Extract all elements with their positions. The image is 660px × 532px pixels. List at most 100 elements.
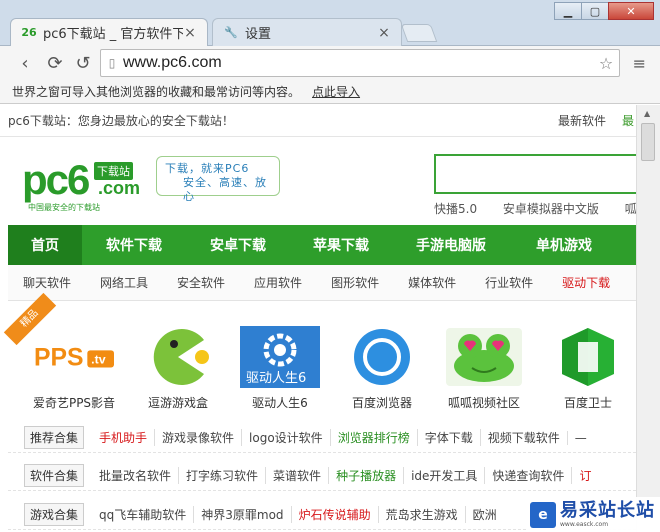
svg-text:驱动人生6: 驱动人生6 xyxy=(246,371,306,386)
import-infobar: 世界之窗可导入其他浏览器的收藏和最常访问等内容。 点此导入 xyxy=(0,80,660,104)
nav-apple[interactable]: 苹果下载 xyxy=(290,225,392,265)
collection-link[interactable]: logo设计软件 xyxy=(241,429,330,446)
app-tile[interactable]: PPS .tv 爱奇艺PPS影音 xyxy=(24,326,124,411)
topline-link-cut[interactable]: 最 xyxy=(622,112,634,129)
url-text[interactable]: www.pc6.com xyxy=(123,54,593,72)
back-arrow-icon[interactable]: ‹ xyxy=(14,52,36,74)
app-name: 爱奇艺PPS影音 xyxy=(32,396,116,410)
collection-link[interactable]: 打字练习软件 xyxy=(178,467,265,484)
page-icon: ▯ xyxy=(108,56,116,70)
hot-search-link[interactable]: 安卓模拟器中文版 xyxy=(503,202,599,216)
pc6-favicon: 26 xyxy=(21,26,37,39)
collection-link[interactable]: 菜谱软件 xyxy=(265,467,328,484)
site-header: pc6 下载站 .com 中国最安全的下载站 下载，就来PC6 安全、高速、放心… xyxy=(0,138,636,224)
collection-link[interactable]: 荒岛求生游戏 xyxy=(377,506,465,523)
close-window-button[interactable]: ✕ xyxy=(608,2,654,20)
svg-text:.tv: .tv xyxy=(91,353,106,367)
import-link[interactable]: 点此导入 xyxy=(312,83,360,100)
frog-icon xyxy=(444,326,524,388)
hot-searches: 快播5.0 安卓模拟器中文版 呱呱 xyxy=(434,200,636,217)
collection-link[interactable]: 视频下载软件 xyxy=(479,429,567,446)
nav-android[interactable]: 安卓下载 xyxy=(186,225,290,265)
collection-link[interactable]: 快递查询软件 xyxy=(484,467,571,484)
latest-software-link[interactable]: 最新软件 xyxy=(558,112,606,129)
undo-icon[interactable]: ↺ xyxy=(72,52,94,74)
subnav-network[interactable]: 网络工具 xyxy=(100,274,148,291)
app-name: 百度卫士 xyxy=(563,396,612,410)
browser-toolbar: ‹ ⟳ ↺ ▯ www.pc6.com ☆ ≡ xyxy=(0,46,660,80)
app-tile[interactable]: 百度浏览器 xyxy=(332,326,432,411)
refresh-icon[interactable]: ⟳ xyxy=(44,52,66,74)
tab-settings[interactable]: 🔧 设置 × xyxy=(212,18,402,46)
watermark-en: www.easck.com xyxy=(560,520,609,528)
scroll-thumb[interactable] xyxy=(641,123,655,161)
tab-close-icon[interactable]: × xyxy=(183,25,197,41)
app-name: 逗游游戏盒 xyxy=(147,396,208,410)
collection-row-software: 软件合集 批量改名软件 打字练习软件 菜谱软件 种子播放器 ide开发工具 快递… xyxy=(8,461,636,491)
menu-icon[interactable]: ≡ xyxy=(633,54,646,73)
pc6-logo[interactable]: pc6 下载站 .com 中国最安全的下载站 xyxy=(22,156,152,212)
nav-mobile-games-pc[interactable]: 手游电脑版 xyxy=(392,225,510,265)
subnav-media[interactable]: 媒体软件 xyxy=(408,274,456,291)
sub-nav: 聊天软件 网络工具 安全软件 应用软件 图形软件 媒体软件 行业软件 驱动下载 xyxy=(8,265,636,301)
subnav-apps[interactable]: 应用软件 xyxy=(254,274,302,291)
collection-link[interactable]: 炉石传说辅助 xyxy=(290,506,378,523)
site-tagline: pc6下载站：您身边最放心的安全下载站！ xyxy=(8,114,234,128)
subnav-industry[interactable]: 行业软件 xyxy=(485,274,533,291)
app-tile[interactable]: 呱呱视频社区 xyxy=(434,326,534,411)
baidu-browser-icon xyxy=(342,326,422,388)
star-icon[interactable]: ☆ xyxy=(593,54,619,73)
collection-link[interactable]: 字体下载 xyxy=(416,429,480,446)
scroll-up-icon[interactable]: ▲ xyxy=(644,109,650,118)
collection-link[interactable]: — xyxy=(566,430,594,445)
subnav-drivers[interactable]: 驱动下载 xyxy=(562,274,610,291)
maximize-button[interactable]: ▢ xyxy=(581,2,609,20)
site-search-input[interactable] xyxy=(434,154,636,194)
app-name: 驱动人生6 xyxy=(252,396,308,410)
bubble-line-2: 安全、高速、放心 xyxy=(183,176,267,203)
page-scrollbar[interactable]: ▲ xyxy=(636,105,660,532)
logo-main: pc6 xyxy=(22,156,90,203)
collection-label: 软件合集 xyxy=(24,464,85,487)
subnav-security[interactable]: 安全软件 xyxy=(177,274,225,291)
main-nav: 首页 软件下载 安卓下载 苹果下载 手游电脑版 单机游戏 xyxy=(8,225,636,265)
collection-link[interactable]: qq飞车辅助软件 xyxy=(92,506,193,523)
app-tile[interactable]: 驱动人生6 驱动人生6 xyxy=(230,326,330,411)
nav-home[interactable]: 首页 xyxy=(8,225,82,265)
hot-search-link[interactable]: 呱呱 xyxy=(625,202,636,216)
nav-software[interactable]: 软件下载 xyxy=(82,225,186,265)
logo-com: .com xyxy=(98,178,141,198)
collection-link[interactable]: 浏览器排行榜 xyxy=(329,429,417,446)
app-name: 呱呱视频社区 xyxy=(447,396,520,410)
collection-link[interactable]: 种子播放器 xyxy=(328,467,403,484)
minimize-button[interactable]: ▁ xyxy=(554,2,582,20)
new-tab-button[interactable] xyxy=(400,24,438,42)
collection-link[interactable]: 批量改名软件 xyxy=(92,467,178,484)
app-name: 百度浏览器 xyxy=(351,396,412,410)
subnav-chat[interactable]: 聊天软件 xyxy=(23,274,71,291)
collection-link[interactable]: 手机助手 xyxy=(92,429,154,446)
collection-link[interactable]: 神界3原罪mod xyxy=(193,506,290,523)
collection-row-recommended: 推荐合集 手机助手 游戏录像软件 logo设计软件 浏览器排行榜 字体下载 视频… xyxy=(8,423,636,453)
hot-search-link[interactable]: 快播5.0 xyxy=(434,202,477,216)
nav-single-games[interactable]: 单机游戏 xyxy=(510,225,618,265)
collection-link[interactable]: 游戏录像软件 xyxy=(154,429,241,446)
collection-link[interactable]: ide开发工具 xyxy=(403,467,484,484)
watermark-text: 易采站长站 www.easck.com xyxy=(560,500,655,529)
wrench-icon: 🔧 xyxy=(224,26,238,39)
bubble-line-1: 下载，就来PC6 xyxy=(165,162,250,175)
slogan-bubble: 下载，就来PC6 安全、高速、放心 xyxy=(156,156,280,203)
tab-pc6[interactable]: 26 pc6下载站 _ 官方软件下载 × xyxy=(10,18,208,46)
driver-gear-icon: 驱动人生6 xyxy=(240,326,320,388)
collection-label: 推荐合集 xyxy=(24,426,85,449)
shield-icon xyxy=(548,326,628,388)
address-bar[interactable]: ▯ www.pc6.com ☆ xyxy=(100,49,620,77)
watermark-logo: e xyxy=(530,501,556,528)
app-tile[interactable]: 百度卫士 xyxy=(538,326,636,411)
tab-close-icon[interactable]: × xyxy=(377,25,391,41)
collection-link[interactable]: 欧洲 xyxy=(464,506,504,523)
app-tile[interactable]: 逗游游戏盒 xyxy=(128,326,228,411)
collection-link[interactable]: 订 xyxy=(571,467,598,484)
pps-icon: PPS .tv xyxy=(34,326,114,388)
subnav-graphics[interactable]: 图形软件 xyxy=(331,274,379,291)
